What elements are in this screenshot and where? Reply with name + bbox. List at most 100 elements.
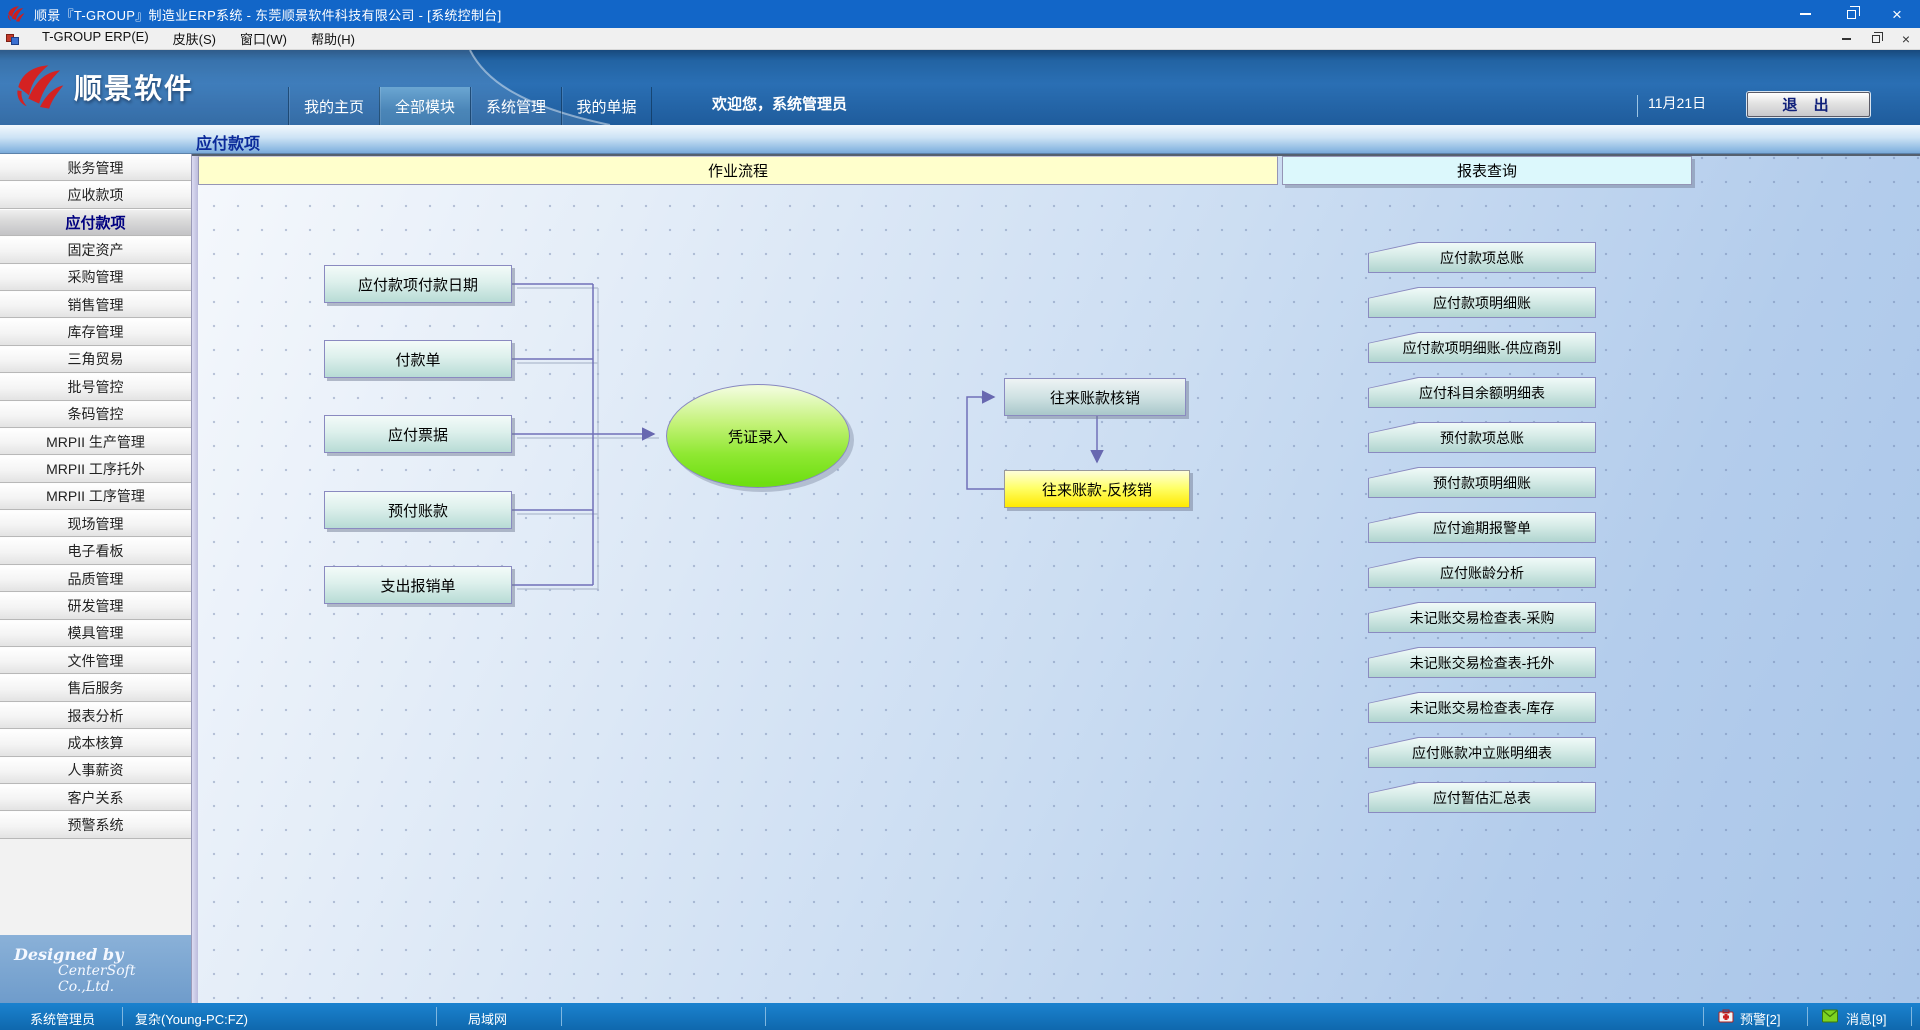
- sidebar-item-16[interactable]: 研发管理: [0, 592, 191, 619]
- tab-3[interactable]: 我的单据: [561, 87, 652, 125]
- flow-source-box-2[interactable]: 应付票据: [324, 415, 512, 453]
- menu-item-1[interactable]: 皮肤(S): [161, 27, 228, 50]
- report-button-6[interactable]: 应付逾期报警单: [1368, 512, 1596, 543]
- report-button-4[interactable]: 预付款项总账: [1368, 422, 1596, 453]
- flow-source-box-1[interactable]: 付款单: [324, 340, 512, 378]
- report-button-7[interactable]: 应付账龄分析: [1368, 557, 1596, 588]
- report-button-2[interactable]: 应付款项明细账-供应商别: [1368, 332, 1596, 363]
- report-button-9[interactable]: 未记账交易检查表-托外: [1368, 647, 1596, 678]
- sidebar-item-19[interactable]: 售后服务: [0, 674, 191, 701]
- report-button-label-1: 应付款项明细账: [1369, 288, 1595, 317]
- designed-by-text: Designed by: [14, 945, 123, 964]
- report-section-header: 报表查询: [1282, 156, 1692, 185]
- flow-node-voucher-entry[interactable]: 凭证录入: [666, 384, 850, 488]
- flow-source-box-3[interactable]: 预付账款: [324, 491, 512, 529]
- report-button-0[interactable]: 应付款项总账: [1368, 242, 1596, 273]
- alert-icon: [1718, 1009, 1734, 1023]
- tab-2[interactable]: 系统管理: [470, 87, 561, 125]
- report-button-11[interactable]: 应付账款冲立账明细表: [1368, 737, 1596, 768]
- report-button-8[interactable]: 未记账交易检查表-采购: [1368, 602, 1596, 633]
- sidebar-item-17[interactable]: 模具管理: [0, 620, 191, 647]
- sidebar-item-2[interactable]: 应付款项: [0, 209, 191, 236]
- tab-0[interactable]: 我的主页: [288, 87, 379, 125]
- canvas-left-strip: [192, 156, 198, 1003]
- status-separator: [1703, 1007, 1704, 1026]
- page-title-bar: 应付款项: [0, 125, 1920, 154]
- report-button-1[interactable]: 应付款项明细账: [1368, 287, 1596, 318]
- status-user: 系统管理员: [30, 1009, 95, 1028]
- sidebar-item-22[interactable]: 人事薪资: [0, 757, 191, 784]
- message-icon: [1822, 1009, 1838, 1023]
- close-button[interactable]: ×: [1874, 0, 1920, 28]
- logo: 顺景软件: [14, 62, 194, 112]
- status-separator: [1911, 1007, 1912, 1026]
- mdi-restore-button[interactable]: [1868, 31, 1884, 47]
- sidebar-item-11[interactable]: MRPII 工序托外: [0, 455, 191, 482]
- exit-button[interactable]: 退 出: [1747, 92, 1870, 117]
- app-logo-icon: [6, 5, 26, 23]
- sidebar-item-18[interactable]: 文件管理: [0, 647, 191, 674]
- logo-swoosh-icon: [14, 62, 66, 112]
- status-separator: [1807, 1007, 1808, 1026]
- sidebar-item-0[interactable]: 账务管理: [0, 154, 191, 181]
- logo-text: 顺景软件: [74, 67, 194, 107]
- flow-source-box-4[interactable]: 支出报销单: [324, 566, 512, 604]
- page-title: 应付款项: [196, 130, 260, 154]
- current-date: 11月21日: [1648, 93, 1706, 113]
- report-button-5[interactable]: 预付款项明细账: [1368, 467, 1596, 498]
- header-tabs: 我的主页全部模块系统管理我的单据: [288, 87, 652, 125]
- menu-item-3[interactable]: 帮助(H): [299, 27, 367, 50]
- report-button-3[interactable]: 应付科目余额明细表: [1368, 377, 1596, 408]
- window-title: 顺景『T-GROUP』制造业ERP系统 - 东莞顺景软件科技有限公司 - [系统…: [34, 5, 501, 24]
- status-separator: [561, 1007, 562, 1026]
- sidebar-item-1[interactable]: 应收款项: [0, 181, 191, 208]
- sidebar-item-15[interactable]: 品质管理: [0, 565, 191, 592]
- sidebar-item-6[interactable]: 库存管理: [0, 318, 191, 345]
- sidebar-item-4[interactable]: 采购管理: [0, 264, 191, 291]
- sidebar-item-12[interactable]: MRPII 工序管理: [0, 483, 191, 510]
- report-button-10[interactable]: 未记账交易检查表-库存: [1368, 692, 1596, 723]
- flow-section-header: 作业流程: [198, 156, 1278, 185]
- sidebar-item-10[interactable]: MRPII 生产管理: [0, 428, 191, 455]
- titlebar: 顺景『T-GROUP』制造业ERP系统 - 东莞顺景软件科技有限公司 - [系统…: [0, 0, 1920, 28]
- sidebar-item-13[interactable]: 现场管理: [0, 510, 191, 537]
- sidebar-item-14[interactable]: 电子看板: [0, 537, 191, 564]
- sidebar-item-21[interactable]: 成本核算: [0, 729, 191, 756]
- sidebar-item-5[interactable]: 销售管理: [0, 291, 191, 318]
- mdi-close-button[interactable]: ×: [1898, 31, 1914, 47]
- flow-node-unverify[interactable]: 往来账款-反核销: [1004, 470, 1190, 508]
- status-separator: [436, 1007, 437, 1026]
- module-sidebar: 账务管理应收款项应付款项固定资产采购管理销售管理库存管理三角贸易批号管控条码管控…: [0, 154, 192, 1003]
- sidebar-item-8[interactable]: 批号管控: [0, 373, 191, 400]
- report-button-label-9: 未记账交易检查表-托外: [1369, 648, 1595, 677]
- menu-item-0[interactable]: T-GROUP ERP(E): [30, 27, 161, 50]
- tab-1[interactable]: 全部模块: [379, 87, 470, 125]
- sidebar-item-9[interactable]: 条码管控: [0, 401, 191, 428]
- menu-item-2[interactable]: 窗口(W): [228, 27, 299, 50]
- status-alert[interactable]: 预警[2]: [1740, 1009, 1780, 1028]
- mdi-minimize-button[interactable]: [1838, 31, 1854, 47]
- sidebar-item-3[interactable]: 固定资产: [0, 236, 191, 263]
- report-button-label-4: 预付款项总账: [1369, 423, 1595, 452]
- sidebar-item-20[interactable]: 报表分析: [0, 702, 191, 729]
- report-button-label-3: 应付科目余额明细表: [1369, 378, 1595, 407]
- restore-button[interactable]: [1828, 0, 1874, 28]
- flow-node-verify[interactable]: 往来账款核销: [1004, 378, 1186, 416]
- report-button-label-6: 应付逾期报警单: [1369, 513, 1595, 542]
- sidebar-item-7[interactable]: 三角贸易: [0, 346, 191, 373]
- status-host: 复杂(Young-PC:FZ): [135, 1009, 248, 1028]
- report-button-label-8: 未记账交易检查表-采购: [1369, 603, 1595, 632]
- sidebar-item-24[interactable]: 预警系统: [0, 811, 191, 838]
- report-button-12[interactable]: 应付暂估汇总表: [1368, 782, 1596, 813]
- report-button-label-11: 应付账款冲立账明细表: [1369, 738, 1595, 767]
- report-button-label-2: 应付款项明细账-供应商别: [1369, 333, 1595, 362]
- sidebar-item-23[interactable]: 客户关系: [0, 784, 191, 811]
- minimize-button[interactable]: [1782, 0, 1828, 28]
- mdi-window-icon: [6, 33, 20, 45]
- status-message[interactable]: 消息[9]: [1846, 1009, 1886, 1028]
- erp-window: 顺景『T-GROUP』制造业ERP系统 - 东莞顺景软件科技有限公司 - [系统…: [0, 0, 1920, 1030]
- status-separator: [765, 1007, 766, 1026]
- welcome-text: 欢迎您，系统管理员: [712, 93, 847, 114]
- report-button-label-5: 预付款项明细账: [1369, 468, 1595, 497]
- flow-source-box-0[interactable]: 应付款项付款日期: [324, 265, 512, 303]
